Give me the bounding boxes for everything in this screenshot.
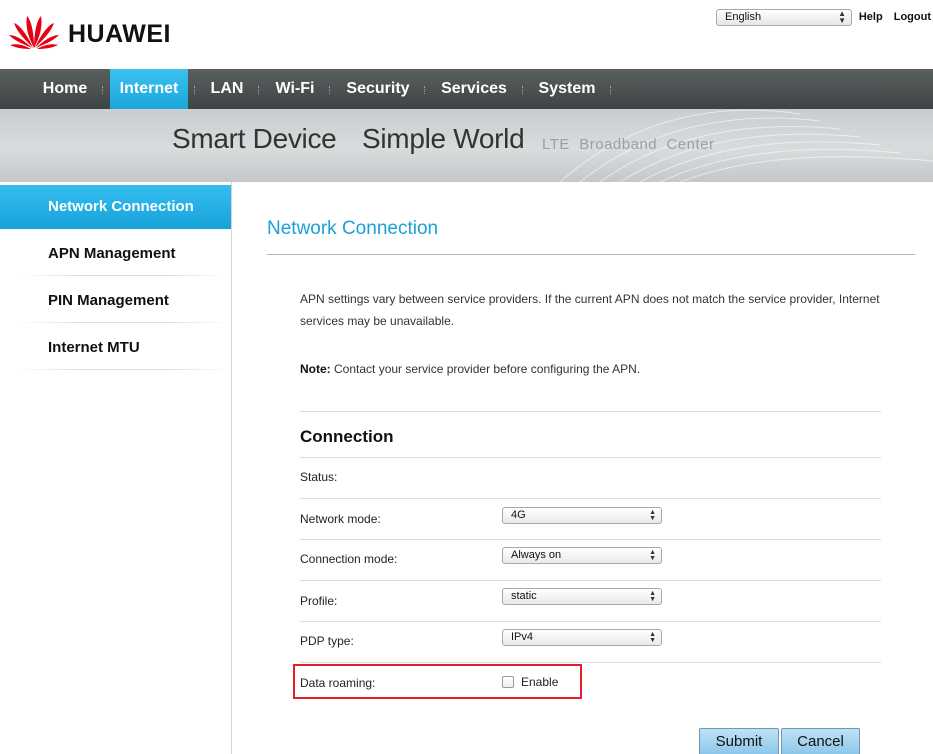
section-title: Connection <box>300 427 394 446</box>
cancel-button[interactable]: Cancel <box>781 728 860 754</box>
nav-separator <box>522 86 524 94</box>
help-link[interactable]: Help <box>859 11 883 23</box>
nav-separator <box>424 86 426 94</box>
nav-home[interactable]: Home <box>30 69 100 109</box>
top-links: Help Logout <box>851 11 931 23</box>
nav-internet[interactable]: Internet <box>110 69 188 109</box>
page-title: Network Connection <box>267 218 439 239</box>
main-nav: Home Internet LAN Wi-Fi Security Service… <box>0 69 933 109</box>
note-body: Contact your service provider before con… <box>330 362 641 376</box>
sidebar-divider <box>18 369 230 370</box>
title-divider <box>267 254 915 255</box>
nav-services[interactable]: Services <box>432 69 516 109</box>
banner-text-smart-device: Smart Device <box>172 123 337 154</box>
connection-mode-select[interactable]: Always on ▲ ▼ <box>502 547 662 564</box>
connection-mode-value: Always on <box>511 549 562 561</box>
note-text: Note: Contact your service provider befo… <box>300 360 640 378</box>
select-arrows-icon: ▲ ▼ <box>838 9 846 25</box>
select-arrows-icon: ▲ ▼ <box>649 549 656 562</box>
nav-wifi[interactable]: Wi-Fi <box>266 69 324 109</box>
status-label: Status: <box>300 470 338 484</box>
pdp-type-select[interactable]: IPv4 ▲ ▼ <box>502 629 662 646</box>
language-select[interactable]: English ▲ ▼ <box>716 9 852 26</box>
nav-security[interactable]: Security <box>338 69 418 109</box>
nav-separator <box>329 86 331 94</box>
apn-description: APN settings vary between service provid… <box>300 292 880 328</box>
sidebar-item-network-connection[interactable]: Network Connection <box>0 185 231 229</box>
submit-button[interactable]: Submit <box>699 728 779 754</box>
sidebar-divider <box>18 275 230 276</box>
sidebar: Network Connection APN Management PIN Ma… <box>0 182 232 754</box>
sidebar-item-pin-management[interactable]: PIN Management <box>0 279 231 323</box>
profile-value: static <box>511 590 537 602</box>
row-divider <box>300 539 881 540</box>
data-roaming-highlight-box <box>293 664 582 699</box>
note-label: Note: <box>300 362 331 376</box>
banner-text-simple-world: Simple World <box>362 123 525 154</box>
banner: Smart Device Simple World LTE Broadband … <box>0 109 933 182</box>
nav-separator <box>610 86 612 94</box>
pdp-type-value: IPv4 <box>511 631 534 643</box>
row-divider <box>300 580 881 581</box>
row-divider <box>300 457 881 458</box>
nav-lan[interactable]: LAN <box>202 69 252 109</box>
banner-text-lte: LTE Broadband Center <box>542 136 715 153</box>
sidebar-item-internet-mtu[interactable]: Internet MTU <box>0 326 231 370</box>
brand-name: HUAWEI <box>68 20 171 48</box>
nav-system[interactable]: System <box>530 69 604 109</box>
nav-separator <box>194 86 196 94</box>
logout-link[interactable]: Logout <box>894 11 931 23</box>
profile-select[interactable]: static ▲ ▼ <box>502 588 662 605</box>
sidebar-divider <box>18 322 230 323</box>
nav-separator <box>102 86 104 94</box>
network-mode-label: Network mode: <box>300 512 381 526</box>
select-arrows-icon: ▲ ▼ <box>649 509 656 522</box>
select-arrows-icon: ▲ ▼ <box>649 631 656 644</box>
connection-mode-label: Connection mode: <box>300 552 398 566</box>
sidebar-item-apn-management[interactable]: APN Management <box>0 232 231 276</box>
row-divider <box>300 498 881 499</box>
huawei-logo-icon <box>9 16 59 49</box>
row-divider <box>300 621 881 622</box>
pdp-type-label: PDP type: <box>300 634 354 648</box>
network-mode-select[interactable]: 4G ▲ ▼ <box>502 507 662 524</box>
network-mode-value: 4G <box>511 509 526 521</box>
section-divider <box>300 411 881 412</box>
nav-separator <box>258 86 260 94</box>
profile-label: Profile: <box>300 594 338 608</box>
language-value: English <box>725 11 762 23</box>
header: HUAWEI English ▲ ▼ Help Logout <box>0 0 933 69</box>
select-arrows-icon: ▲ ▼ <box>649 590 656 603</box>
row-divider <box>300 662 881 663</box>
